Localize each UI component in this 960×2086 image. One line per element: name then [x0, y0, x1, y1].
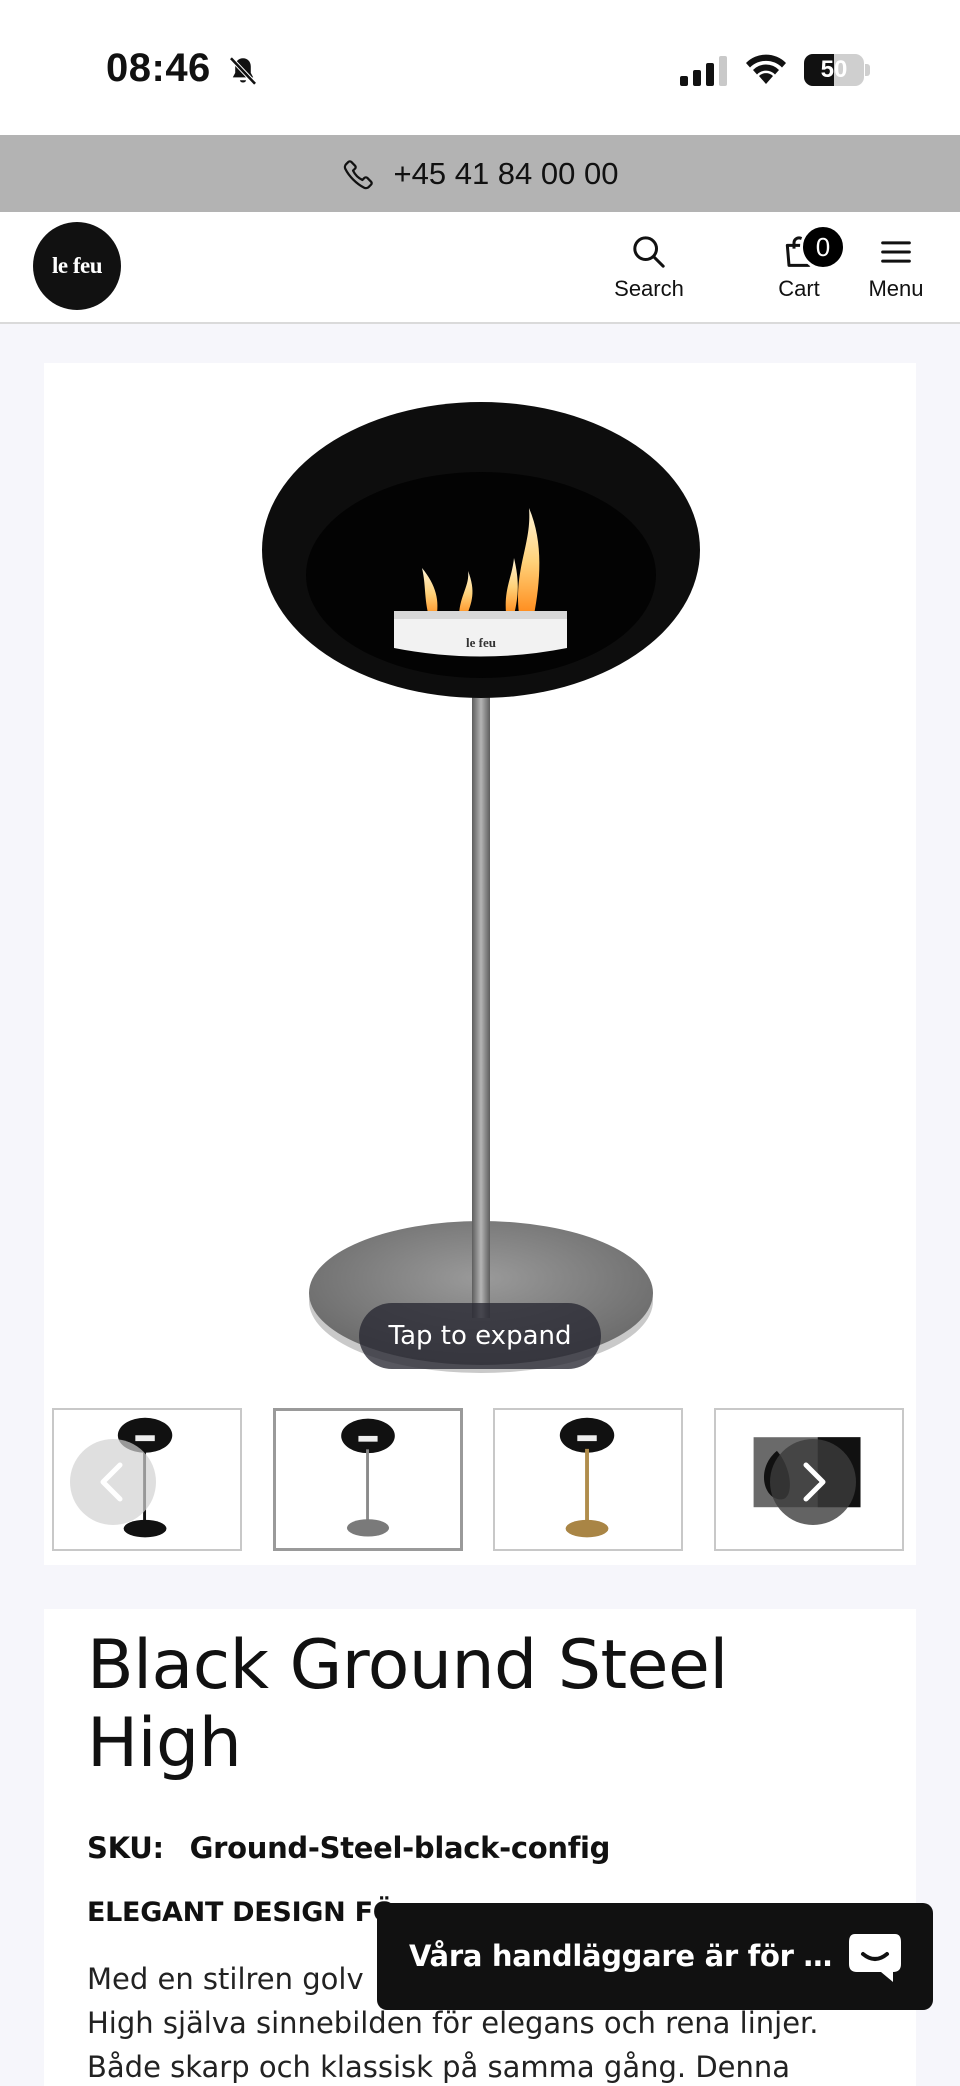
- phone-bar[interactable]: +45 41 84 00 00: [0, 135, 960, 212]
- chat-bubble-icon: [849, 1934, 901, 1982]
- chat-widget[interactable]: Våra handläggare är för n...: [377, 1903, 933, 2010]
- cart-label: Cart: [778, 276, 820, 301]
- cellular-signal-icon: [680, 56, 727, 86]
- wifi-icon: [746, 54, 786, 84]
- le-feu-logo[interactable]: le feu: [33, 222, 121, 310]
- gallery-next-button[interactable]: [770, 1439, 856, 1525]
- product-main-image[interactable]: le feu: [44, 363, 916, 1383]
- menu-button[interactable]: Menu: [862, 232, 930, 302]
- search-label: Search: [614, 276, 684, 301]
- status-bar: 08:46 50: [0, 0, 960, 135]
- sku-label: SKU:: [87, 1831, 164, 1865]
- phone-number-link[interactable]: +45 41 84 00 00: [394, 156, 619, 192]
- description-heading: ELEGANT DESIGN FÖ: [87, 1897, 396, 1928]
- battery-percent: 50: [820, 56, 848, 83]
- thumbnail-2-selected[interactable]: [273, 1408, 463, 1551]
- burner-brand-mark: le feu: [466, 635, 496, 650]
- product-info: Black Ground Steel High SKU: Ground-Stee…: [44, 1609, 916, 2086]
- cart-button[interactable]: Cart 0: [764, 224, 846, 302]
- hamburger-menu-icon: [881, 241, 911, 263]
- phone-icon: [343, 159, 373, 189]
- description-line: Både skarp och klassisk på samma gång. D…: [87, 2050, 791, 2084]
- sku-value: Ground-Steel-black-config: [189, 1831, 611, 1865]
- gallery-prev-button[interactable]: [70, 1439, 156, 1525]
- sku-row: SKU: Ground-Steel-black-config: [87, 1831, 610, 1865]
- logo-text: le feu: [51, 253, 103, 278]
- chevron-right-icon: [803, 1462, 826, 1502]
- status-time: 08:46: [106, 46, 211, 90]
- search-button[interactable]: Search: [606, 232, 692, 302]
- tap-to-expand-button[interactable]: Tap to expand: [359, 1303, 601, 1369]
- cart-count-badge: 0: [800, 224, 846, 270]
- thumbnail-3[interactable]: [493, 1408, 683, 1551]
- site-header: le feu Search Cart 0 Menu: [0, 212, 960, 324]
- search-icon: [633, 236, 665, 268]
- bell-muted-icon: [229, 56, 257, 86]
- product-gallery: le feu Tap to expand: [44, 363, 916, 1565]
- chat-widget-text: Våra handläggare är för n...: [409, 1939, 849, 1973]
- chevron-left-icon: [100, 1462, 123, 1502]
- product-title: Black Ground Steel High: [87, 1626, 728, 1783]
- menu-label: Menu: [868, 276, 924, 301]
- battery-icon: 50: [804, 54, 870, 86]
